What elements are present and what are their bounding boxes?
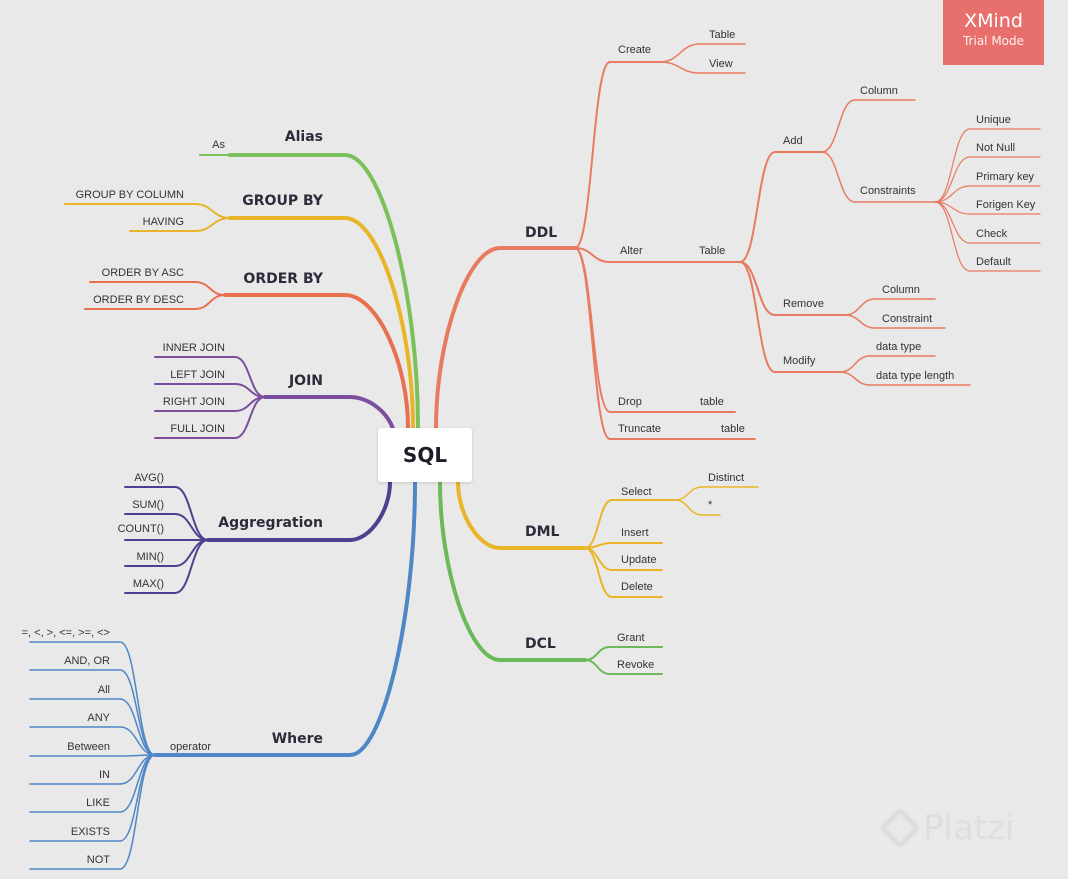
xmind-trial-badge[interactable]: XMind Trial Mode: [943, 0, 1044, 65]
connector-add-column: [821, 99, 916, 153]
platzi-logo-icon: [878, 806, 922, 850]
node-op-in[interactable]: IN: [99, 769, 110, 781]
node-ddl-drop[interactable]: Drop: [618, 396, 642, 408]
badge-title: XMind: [964, 10, 1023, 32]
node-agg-count[interactable]: COUNT(): [118, 523, 164, 535]
connector-ddl-drop: [574, 247, 736, 413]
node-op-exists[interactable]: EXISTS: [71, 826, 110, 838]
root-node[interactable]: SQL: [378, 428, 472, 482]
node-drop-table[interactable]: table: [700, 396, 724, 408]
node-constraint-unique[interactable]: Unique: [976, 114, 1011, 126]
node-add-column[interactable]: Column: [860, 85, 898, 97]
connector-ddl-truncate: [574, 247, 756, 440]
node-select-star[interactable]: *: [708, 499, 713, 511]
node-modify-datatype[interactable]: data type: [876, 341, 921, 353]
node-op-like[interactable]: LIKE: [86, 797, 110, 809]
connector-op-4: [29, 754, 156, 757]
node-join-right[interactable]: RIGHT JOIN: [163, 396, 225, 408]
node-op-between[interactable]: Between: [67, 741, 110, 753]
node-alter-add[interactable]: Add: [783, 135, 803, 147]
node-agg-sum[interactable]: SUM(): [132, 499, 164, 511]
platzi-watermark: Platzi: [878, 806, 1015, 850]
node-agg-max[interactable]: MAX(): [133, 578, 164, 590]
node-join-inner[interactable]: INNER JOIN: [163, 342, 225, 354]
node-ddl-truncate[interactable]: Truncate: [618, 423, 661, 435]
node-constraint-default[interactable]: Default: [976, 256, 1011, 268]
node-alter-table[interactable]: Table: [699, 245, 725, 257]
connector-ddl-create: [574, 61, 661, 249]
connector-dml: [456, 480, 587, 550]
connector-op-5: [29, 754, 156, 785]
node-constraint-foreignkey[interactable]: Forigen Key: [976, 199, 1036, 211]
node-dml-select[interactable]: Select: [621, 486, 652, 498]
mindmap-diagram: DDL Create Table View Alter Table Add Co…: [22, 29, 1041, 870]
node-truncate-table[interactable]: table: [721, 423, 745, 435]
node-join-full[interactable]: FULL JOIN: [170, 423, 225, 435]
node-aggregation[interactable]: Aggregration: [218, 515, 323, 531]
node-dml-delete[interactable]: Delete: [621, 581, 653, 593]
node-alter-remove[interactable]: Remove: [783, 298, 824, 310]
node-alias-as[interactable]: As: [212, 139, 225, 151]
connector-ddl: [434, 246, 577, 430]
node-where[interactable]: Where: [272, 731, 323, 747]
connector-dml-insert: [584, 542, 663, 549]
node-join-left[interactable]: LEFT JOIN: [170, 369, 225, 381]
node-orderby[interactable]: ORDER BY: [243, 271, 323, 287]
connector-alter-add: [739, 151, 823, 263]
connector-join: [263, 395, 397, 442]
node-groupby-having[interactable]: HAVING: [143, 216, 184, 228]
connector-select-star: [674, 499, 721, 516]
node-add-constraints[interactable]: Constraints: [860, 185, 916, 197]
node-dml[interactable]: DML: [525, 524, 560, 540]
node-where-operator[interactable]: operator: [170, 741, 211, 753]
node-op-any[interactable]: ANY: [87, 712, 110, 724]
node-constraint-notnull[interactable]: Not Null: [976, 142, 1015, 154]
connector-dml-select: [584, 499, 676, 549]
node-modify-datatypelength[interactable]: data type length: [876, 370, 954, 382]
node-dml-update[interactable]: Update: [621, 554, 656, 566]
node-op-andor[interactable]: AND, OR: [64, 655, 110, 667]
node-op-not[interactable]: NOT: [87, 854, 111, 866]
connector-aggregation: [206, 480, 392, 542]
node-ddl[interactable]: DDL: [525, 225, 557, 241]
node-dcl[interactable]: DCL: [525, 636, 556, 652]
node-constraint-primarykey[interactable]: Primary key: [976, 171, 1035, 183]
watermark-text: Platzi: [923, 808, 1015, 848]
node-orderby-asc[interactable]: ORDER BY ASC: [102, 267, 184, 279]
node-groupby-column[interactable]: GROUP BY COLUMN: [76, 189, 184, 201]
node-select-distinct[interactable]: Distinct: [708, 472, 744, 484]
node-ddl-alter[interactable]: Alter: [620, 245, 643, 257]
node-dcl-revoke[interactable]: Revoke: [617, 659, 654, 671]
node-create-table[interactable]: Table: [709, 29, 735, 41]
node-remove-constraint[interactable]: Constraint: [882, 313, 932, 325]
node-join[interactable]: JOIN: [288, 373, 323, 389]
node-dml-insert[interactable]: Insert: [621, 527, 649, 539]
connector-constraint-0: [934, 128, 1041, 203]
connector-select-distinct: [674, 486, 759, 501]
badge-subtitle: Trial Mode: [962, 34, 1025, 48]
node-constraint-check[interactable]: Check: [976, 228, 1008, 240]
node-op-comparison[interactable]: =, <, >, <=, >=, <>: [22, 627, 110, 639]
node-alias[interactable]: Alias: [285, 129, 323, 145]
root-label: SQL: [402, 443, 448, 467]
node-orderby-desc[interactable]: ORDER BY DESC: [93, 294, 184, 306]
node-remove-column[interactable]: Column: [882, 284, 920, 296]
node-create-view[interactable]: View: [709, 58, 733, 70]
node-agg-min[interactable]: MIN(): [137, 551, 165, 563]
node-ddl-create[interactable]: Create: [618, 44, 651, 56]
mindmap-canvas: DDL Create Table View Alter Table Add Co…: [0, 0, 1068, 879]
node-op-all[interactable]: All: [98, 684, 110, 696]
node-dcl-grant[interactable]: Grant: [617, 632, 645, 644]
node-agg-avg[interactable]: AVG(): [134, 472, 164, 484]
node-alter-modify[interactable]: Modify: [783, 355, 816, 367]
node-groupby[interactable]: GROUP BY: [242, 193, 324, 209]
